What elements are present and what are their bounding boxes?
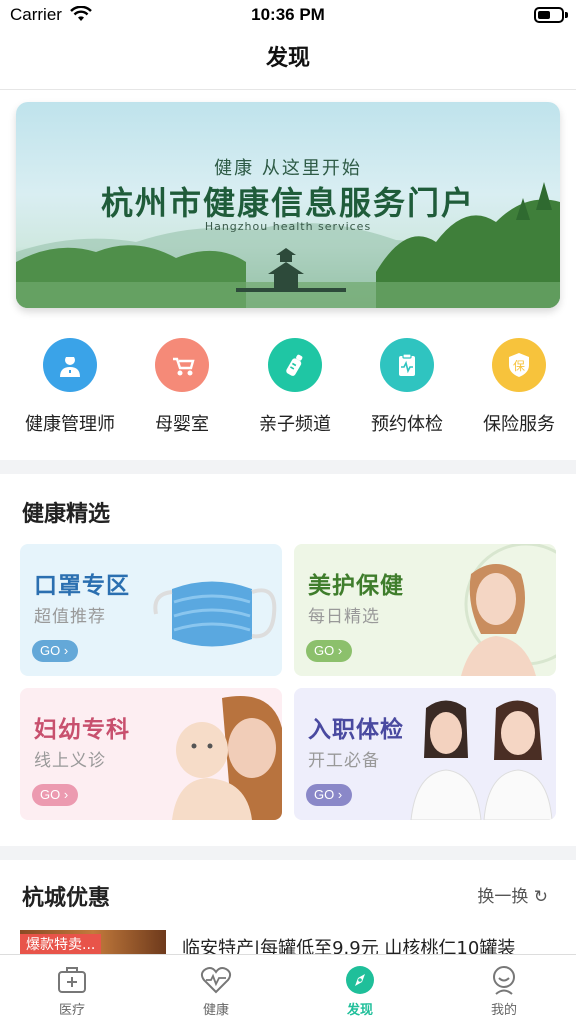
shield-icon: 保: [492, 338, 546, 392]
clock: 10:36 PM: [251, 5, 325, 24]
status-bar: Carrier 10:36 PM: [0, 0, 576, 34]
profile-icon: [493, 966, 515, 995]
section-title-health-select: 健康精选: [22, 502, 111, 527]
top-section: 健康 从这里开始 杭州市健康信息服务门户 Hangzhou health ser…: [0, 90, 576, 460]
tab-health[interactable]: 健康: [144, 965, 288, 1018]
card-employment-checkup[interactable]: 入职体检 开工必备 GO ›: [294, 688, 556, 820]
banner-english-caption: Hangzhou health services: [204, 220, 372, 233]
tab-label: 医疗: [58, 1003, 85, 1018]
tab-label: 发现: [346, 1003, 373, 1018]
banner[interactable]: 健康 从这里开始 杭州市健康信息服务门户 Hangzhou health ser…: [16, 102, 560, 308]
shortcut-book-checkup[interactable]: 预约体检: [352, 338, 462, 436]
shortcut-parenting-channel[interactable]: 亲子频道: [240, 338, 350, 436]
refresh-button[interactable]: 换一换 ↻: [477, 882, 548, 907]
tab-discover[interactable]: 发现: [288, 965, 432, 1018]
woman-portrait-image: [461, 544, 556, 676]
card-subtitle: 线上义诊: [34, 751, 106, 771]
go-button[interactable]: GO ›: [32, 784, 78, 806]
go-button[interactable]: GO ›: [32, 640, 78, 662]
battery-icon: [534, 7, 568, 23]
go-button[interactable]: GO ›: [306, 640, 352, 662]
card-subtitle: 超值推荐: [34, 607, 106, 627]
tab-medical[interactable]: 医疗: [0, 965, 144, 1018]
clipboard-icon: [380, 338, 434, 392]
heartbeat-icon: [200, 967, 232, 994]
banner-subtitle: 健康 从这里开始: [214, 158, 362, 179]
shortcut-health-manager[interactable]: 健康管理师: [15, 338, 125, 436]
shortcut-label: 保险服务: [483, 414, 555, 435]
promo-tag: 爆款特卖...: [20, 934, 102, 956]
shortcut-label: 亲子频道: [259, 414, 331, 435]
card-subtitle: 每日精选: [308, 607, 380, 627]
card-title: 妇幼专科: [34, 717, 130, 743]
shortcut-nursing-room[interactable]: 母婴室: [127, 338, 237, 436]
refresh-label: 换一换: [477, 887, 529, 907]
tab-profile[interactable]: 我的: [432, 965, 576, 1018]
nav-bar: 发现: [0, 34, 576, 90]
stroller-icon: [155, 338, 209, 392]
card-title: 口罩专区: [34, 573, 130, 599]
compass-icon: [346, 966, 374, 994]
page-title: 发现: [265, 46, 310, 71]
shortcut-insurance[interactable]: 保 保险服务: [464, 338, 574, 436]
nurses-image: [410, 700, 553, 820]
shortcut-label: 预约体检: [371, 414, 443, 435]
baby-bottle-icon: [268, 338, 322, 392]
go-button[interactable]: GO ›: [306, 784, 352, 806]
card-masks[interactable]: 口罩专区 超值推荐 GO ›: [20, 544, 282, 676]
card-title: 美护保健: [308, 573, 404, 599]
tab-bar: 医疗 健康 发现 我的: [0, 954, 576, 1024]
medical-kit-icon: [58, 967, 86, 993]
card-beauty-care[interactable]: 美护保健 每日精选 GO ›: [294, 544, 556, 676]
section-title-offers: 杭城优惠: [22, 886, 111, 911]
card-title: 入职体检: [308, 717, 404, 743]
refresh-icon: ↻: [533, 887, 548, 907]
card-maternal-pediatrics[interactable]: 妇幼专科 线上义诊 GO ›: [20, 688, 282, 820]
tab-label: 健康: [202, 1003, 229, 1018]
shortcut-label: 健康管理师: [25, 414, 115, 435]
card-subtitle: 开工必备: [308, 751, 380, 771]
health-select-section: 健康精选 口罩专区 超值推荐 GO › 美护保健 每日精选 GO › 妇幼专科 …: [0, 474, 576, 846]
offers-section: 杭城优惠 换一换 ↻ 爆款特卖... 临安特产|每罐低至9.9元 山核桃仁10罐…: [0, 860, 576, 960]
shortcut-grid: 健康管理师 母婴室 亲子频道 预约体检 保 保险服务: [0, 338, 576, 438]
face-mask-image: [153, 581, 277, 647]
shortcut-label: 母婴室: [155, 414, 209, 435]
shield-glyph: 保: [513, 359, 525, 373]
banner-title: 杭州市健康信息服务门户: [100, 184, 475, 222]
doctor-icon: [43, 338, 97, 392]
mother-baby-image: [172, 696, 282, 820]
tab-label: 我的: [490, 1003, 517, 1018]
